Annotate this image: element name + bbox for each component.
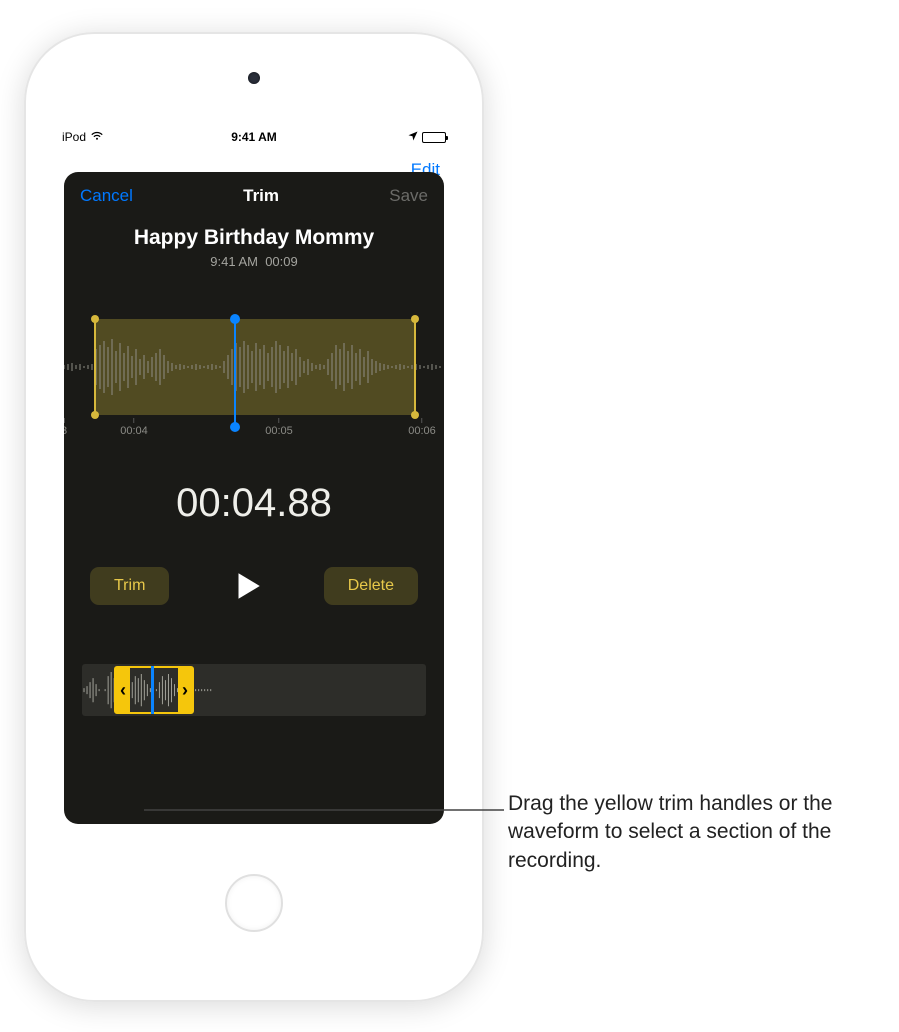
device-screen: iPod 9:41 AM Edit Cancel Trim Save Happy… [56, 126, 452, 832]
cancel-button[interactable]: Cancel [80, 186, 133, 206]
ipod-device-frame: iPod 9:41 AM Edit Cancel Trim Save Happy… [24, 32, 484, 1002]
time-ruler: 3 00:04 00:05 00:06 [64, 417, 444, 437]
overview-track[interactable]: ‹ › [82, 664, 426, 716]
play-button[interactable] [225, 564, 269, 608]
status-bar: iPod 9:41 AM [56, 126, 452, 148]
recording-time: 9:41 AM [210, 254, 258, 269]
callout-text: Drag the yellow trim handles or the wave… [508, 790, 868, 875]
trim-handle-left[interactable] [94, 319, 96, 415]
ruler-tick: 00:06 [408, 418, 436, 437]
battery-icon [422, 132, 446, 143]
overview-trim-handle-left[interactable]: ‹ [116, 668, 130, 712]
ruler-tick: 00:04 [120, 418, 148, 437]
play-icon [230, 569, 264, 603]
waveform[interactable] [64, 331, 444, 403]
trim-window-body[interactable] [130, 668, 178, 712]
overview-playhead [151, 666, 154, 714]
sheet-title: Trim [243, 186, 279, 206]
carrier-label: iPod [62, 130, 86, 144]
waveform-editor[interactable]: 3 00:04 00:05 00:06 [64, 319, 444, 437]
wifi-icon [90, 130, 104, 144]
home-button[interactable] [225, 874, 283, 932]
sheet-header: Cancel Trim Save [64, 172, 444, 212]
trim-window[interactable]: ‹ › [114, 666, 194, 714]
recording-title: Happy Birthday Mommy [64, 226, 444, 250]
overview-trim-handle-right[interactable]: › [178, 668, 192, 712]
location-icon [408, 130, 418, 144]
timecode: 00:04.88 [64, 481, 444, 526]
save-button[interactable]: Save [389, 186, 428, 206]
playback-controls: Trim Delete [64, 564, 444, 608]
trim-button[interactable]: Trim [90, 567, 169, 605]
ruler-tick: 00:05 [265, 418, 293, 437]
recording-duration: 00:09 [265, 254, 298, 269]
recording-meta: 9:41 AM 00:09 [64, 254, 444, 269]
playhead[interactable] [234, 319, 236, 427]
front-camera [248, 72, 260, 84]
trim-sheet: Cancel Trim Save Happy Birthday Mommy 9:… [64, 172, 444, 824]
status-time: 9:41 AM [231, 130, 277, 144]
trim-handle-right[interactable] [414, 319, 416, 415]
delete-button[interactable]: Delete [324, 567, 418, 605]
ruler-tick: 3 [64, 418, 67, 437]
